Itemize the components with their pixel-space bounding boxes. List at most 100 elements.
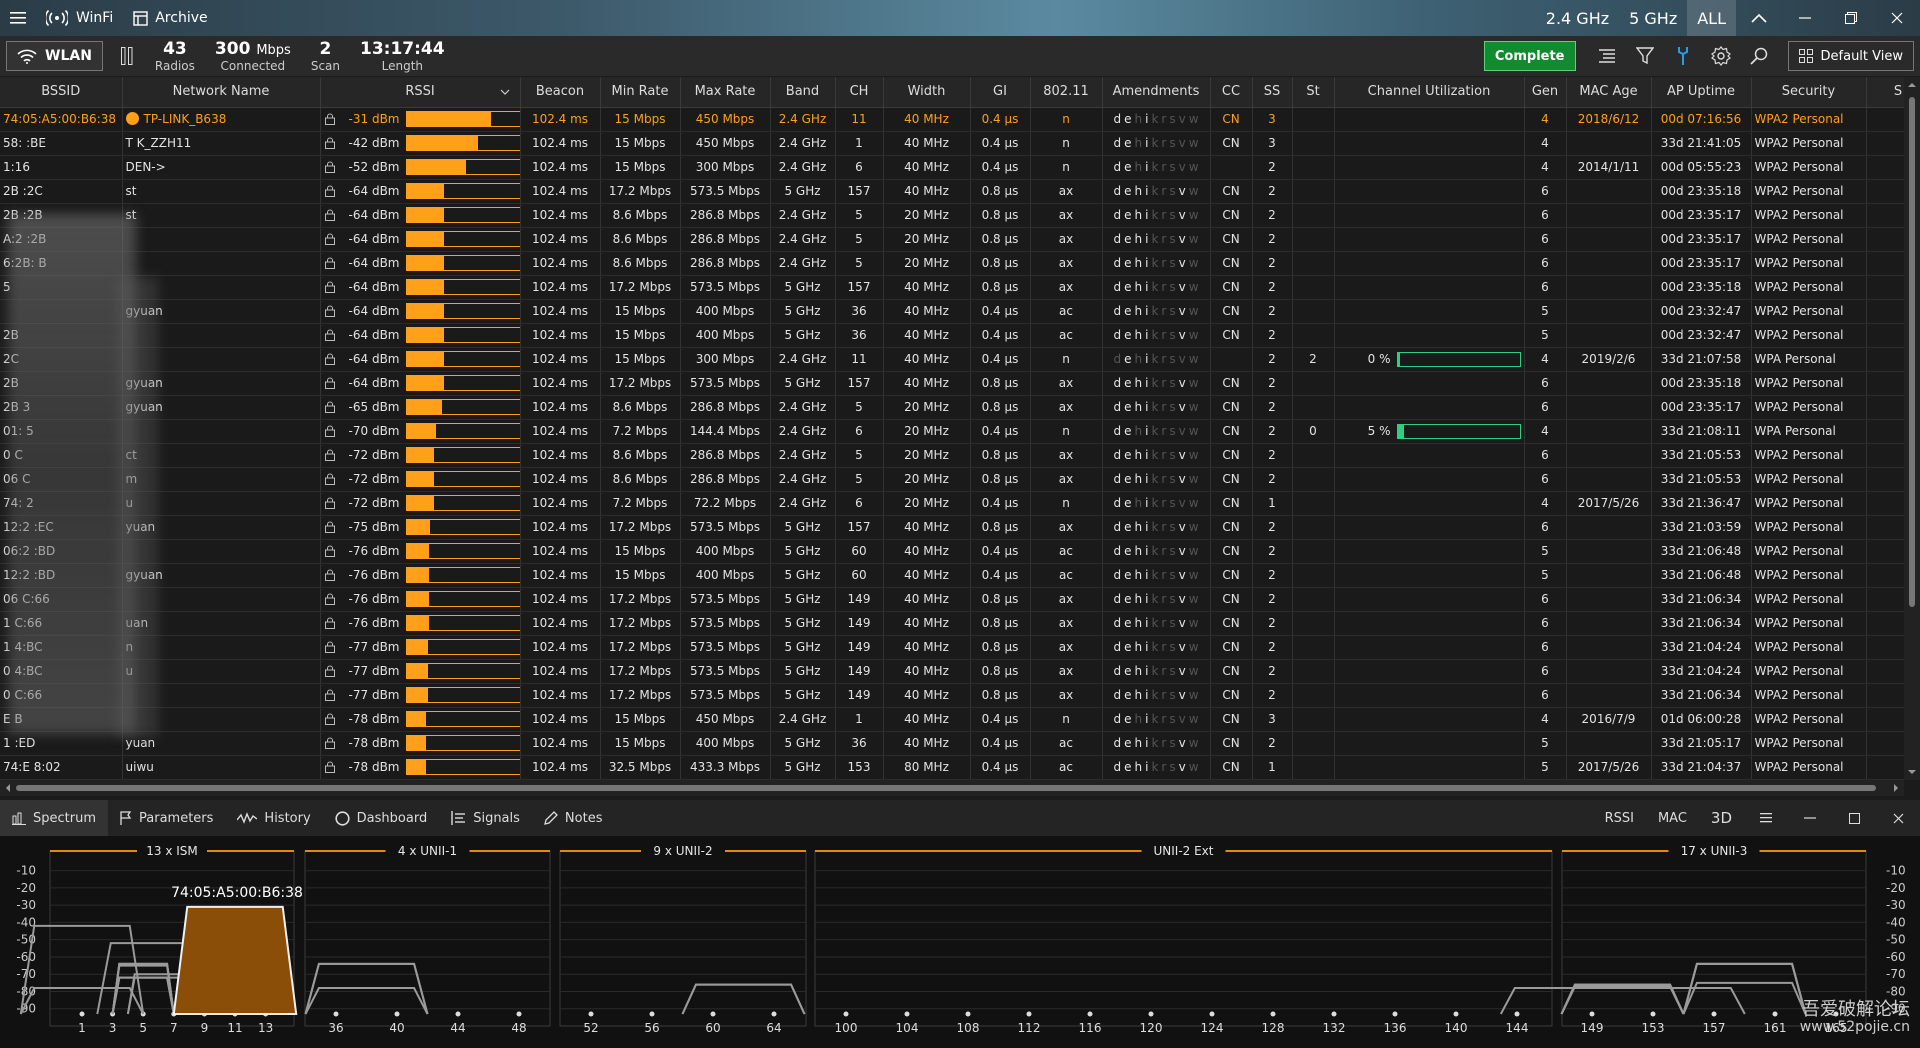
table-row[interactable]: 6:2B: B -64 dBm 102.4 ms 8.6 Mbps 286.8 Mbps… [0, 251, 1904, 276]
complete-button[interactable]: Complete [1483, 41, 1576, 71]
column-header[interactable]: St [1292, 77, 1335, 108]
rssi-toggle[interactable]: RSSI [1593, 811, 1646, 826]
table-row[interactable]: 1:16 DEN-> -52 dBm 102.4 ms 15 Mbps 300 Mbps… [0, 155, 1904, 180]
tab-dashboard[interactable]: Dashboard [323, 800, 440, 836]
column-header[interactable]: Width [883, 77, 971, 108]
column-header[interactable]: Band [770, 77, 836, 108]
table-row[interactable]: 74:05:A5:00:B6:38 TP-LINK_B638 -31 dBm 102.… [0, 107, 1904, 132]
table-row[interactable]: 01: 5 -70 dBm 102.4 ms 7.2 Mbps 144.4 Mbps 2.… [0, 419, 1904, 444]
channel-tick-label: 157 [1703, 1021, 1726, 1035]
table-row[interactable]: 74: 2 u -72 dBm 102.4 ms 7.2 Mbps 72.2 Mbps 2… [0, 491, 1904, 516]
table-row[interactable]: E B -78 dBm 102.4 ms 15 Mbps 450 Mbps 2.4 GHz… [0, 707, 1904, 732]
column-header[interactable]: CH [835, 77, 884, 108]
band-5ghz-button[interactable]: 5 GHz [1619, 0, 1687, 36]
panel-maximize-button[interactable] [1832, 800, 1876, 836]
table-row[interactable]: 0 C ct -72 dBm 102.4 ms 8.6 Mbps 286.8 Mbps 2… [0, 443, 1904, 468]
rssi-bar-fill [406, 280, 444, 294]
beacon-cell: 102.4 ms [531, 568, 589, 582]
vertical-scroll-thumb[interactable] [1909, 97, 1915, 607]
amendment-flag: h [1134, 640, 1143, 654]
spatial-streams-cell: 2 [1268, 352, 1276, 366]
table-row[interactable]: 2B 3 gyuan -65 dBm 102.4 ms 8.6 Mbps 286.8 M… [0, 395, 1904, 420]
max-rate-cell: 286.8 Mbps [689, 256, 760, 270]
column-header[interactable]: Network Name [122, 77, 321, 108]
tab-parameters[interactable]: Parameters [108, 800, 225, 836]
column-header[interactable]: Min Rate [600, 77, 681, 108]
standard-cell: ac [1059, 304, 1073, 318]
column-header[interactable]: MAC Age [1566, 77, 1652, 108]
channel-cell: 11 [851, 112, 867, 126]
tab-notes[interactable]: Notes [532, 800, 615, 836]
search-button[interactable] [1742, 39, 1776, 73]
settings-button[interactable] [1704, 39, 1738, 73]
collapse-button[interactable] [1736, 0, 1782, 36]
table-row[interactable]: 12:2 :EC yuan -75 dBm 102.4 ms 17.2 Mbps 573… [0, 515, 1904, 540]
horizontal-scroll-thumb[interactable] [16, 785, 1876, 791]
column-header[interactable]: Max Rate [680, 77, 771, 108]
table-row[interactable]: 58: :BE T K_ZZH11 -42 dBm 102.4 ms 15 Mbps 45… [0, 131, 1904, 156]
rssi-value: -64 dBm [348, 184, 400, 198]
tab-signals[interactable]: Signals [439, 800, 532, 836]
tab-history[interactable]: History [225, 800, 322, 836]
amendment-flag: h [1134, 304, 1143, 318]
panel-close-button[interactable] [1876, 800, 1920, 836]
column-header[interactable]: Channel Utilization [1334, 77, 1525, 108]
table-row[interactable]: 12:2 :BD gyuan -76 dBm 102.4 ms 15 Mbps 400 … [0, 563, 1904, 588]
table-row[interactable]: 06:2 :BD -76 dBm 102.4 ms 15 Mbps 400 Mbps 5 … [0, 539, 1904, 564]
band-all-button[interactable]: ALL [1687, 0, 1736, 36]
panel-minimize-button[interactable] [1788, 800, 1832, 836]
table-row[interactable]: 2B :2C st -64 dBm 102.4 ms 17.2 Mbps 573.5 M… [0, 179, 1904, 204]
column-header[interactable]: Gen [1524, 77, 1567, 108]
default-view-button[interactable]: Default View [1787, 41, 1914, 71]
columns-button[interactable] [1590, 39, 1624, 73]
vertical-scrollbar[interactable] [1904, 77, 1920, 780]
network-name-cell: st [125, 184, 137, 198]
table-row[interactable]: A:2 :2B -64 dBm 102.4 ms 8.6 Mbps 286.8 Mbps… [0, 227, 1904, 252]
filter-button[interactable] [1628, 39, 1662, 73]
column-header[interactable]: RSSI [320, 77, 521, 108]
column-header[interactable]: AP Uptime [1651, 77, 1752, 108]
tools-button[interactable] [1666, 39, 1700, 73]
column-header[interactable]: Security [1751, 77, 1867, 108]
panel-menu-button[interactable] [1744, 800, 1788, 836]
amendment-flag: v [1178, 640, 1186, 654]
column-header[interactable]: BSSID [0, 77, 123, 108]
table-row[interactable]: 5 -64 dBm 102.4 ms 17.2 Mbps 573.5 Mbps 5 GH… [0, 275, 1904, 300]
table-row[interactable]: 74:E 8:02 uiwu -78 dBm 102.4 ms 32.5 Mbps 43… [0, 755, 1904, 780]
table-row[interactable]: 2B -64 dBm 102.4 ms 15 Mbps 400 Mbps 5 GHz 36… [0, 323, 1904, 348]
pencil-icon [544, 811, 558, 825]
table-row[interactable]: 1 C:66 uan -76 dBm 102.4 ms 17.2 Mbps 573.5 … [0, 611, 1904, 636]
table-row[interactable]: 0 4:BC u -77 dBm 102.4 ms 17.2 Mbps 573.5 Mb… [0, 659, 1904, 684]
table-row[interactable]: gyuan -64 dBm 102.4 ms 15 Mbps 400 Mbps 5 GHz… [0, 299, 1904, 324]
table-row[interactable]: 1 4:BC n -77 dBm 102.4 ms 17.2 Mbps 573.5 Mb… [0, 635, 1904, 660]
menu-button[interactable] [0, 0, 36, 36]
column-header[interactable]: S [1866, 77, 1904, 108]
3d-toggle[interactable]: 3D [1699, 809, 1744, 827]
archive-button[interactable]: Archive [123, 0, 217, 36]
pause-button[interactable] [120, 47, 133, 65]
column-header[interactable]: 802.11 [1030, 77, 1103, 108]
band-24ghz-button[interactable]: 2.4 GHz [1536, 0, 1619, 36]
tab-spectrum[interactable]: Spectrum [0, 800, 108, 836]
column-header[interactable]: SS [1252, 77, 1293, 108]
width-cell: 40 MHz [904, 664, 949, 678]
wlan-button[interactable]: WLAN [6, 41, 103, 71]
column-header[interactable]: GI [970, 77, 1031, 108]
column-header[interactable]: Amendments [1102, 77, 1211, 108]
table-row[interactable]: 0 C:66 -77 dBm 102.4 ms 17.2 Mbps 573.5 Mbps… [0, 683, 1904, 708]
minimize-button[interactable] [1782, 0, 1828, 36]
close-button[interactable] [1874, 0, 1920, 36]
horizontal-scrollbar[interactable] [0, 780, 1904, 796]
table-row[interactable]: 06 C:66 -76 dBm 102.4 ms 17.2 Mbps 573.5 Mbp… [0, 587, 1904, 612]
standard-cell: ax [1058, 688, 1074, 702]
restore-button[interactable] [1828, 0, 1874, 36]
table-row[interactable]: 2B :2B st -64 dBm 102.4 ms 8.6 Mbps 286.8 Mb… [0, 203, 1904, 228]
column-header[interactable]: CC [1210, 77, 1253, 108]
table-row[interactable]: 2B gyuan -64 dBm 102.4 ms 17.2 Mbps 573.5 Mb… [0, 371, 1904, 396]
column-header[interactable]: Beacon [520, 77, 601, 108]
channel-cell: 149 [847, 640, 871, 654]
table-row[interactable]: 2C -64 dBm 102.4 ms 15 Mbps 300 Mbps 2.4 GHz… [0, 347, 1904, 372]
mac-toggle[interactable]: MAC [1646, 811, 1699, 826]
table-row[interactable]: 1 :ED yuan -78 dBm 102.4 ms 15 Mbps 400 Mbps… [0, 731, 1904, 756]
table-row[interactable]: 06 C m -72 dBm 102.4 ms 8.6 Mbps 286.8 Mbps 2… [0, 467, 1904, 492]
